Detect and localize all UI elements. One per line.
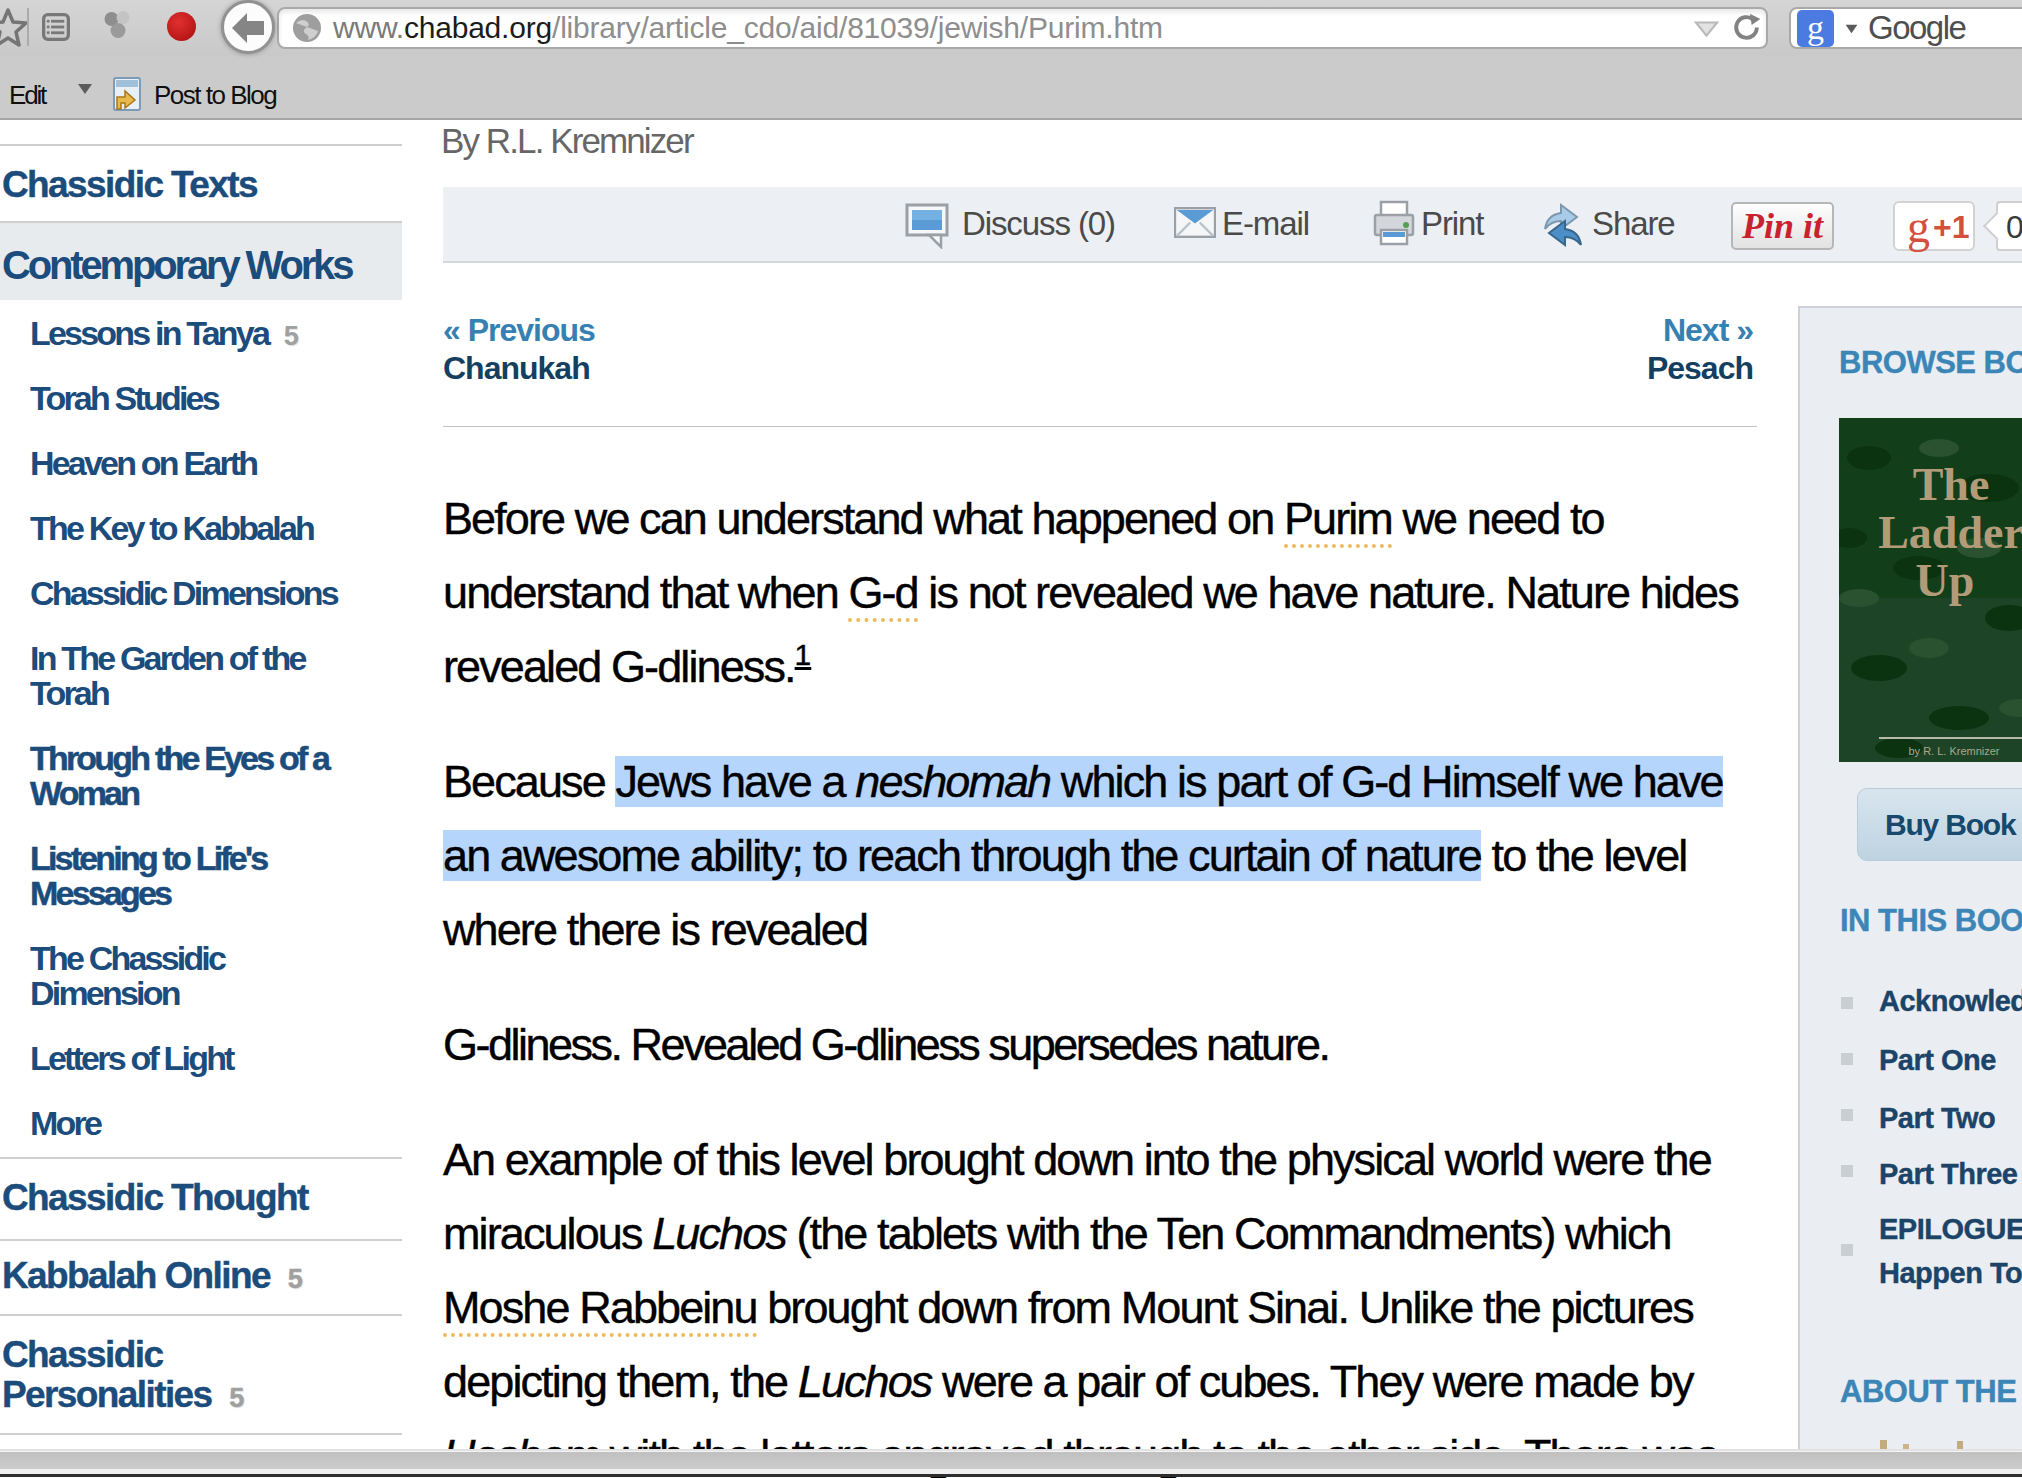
svg-text:by R. L. Kremnizer: by R. L. Kremnizer — [1908, 745, 1999, 757]
svg-text:Ladder: Ladder — [1878, 507, 2022, 558]
svg-text:The: The — [1913, 459, 1990, 510]
svg-text:Up: Up — [1916, 555, 1975, 606]
